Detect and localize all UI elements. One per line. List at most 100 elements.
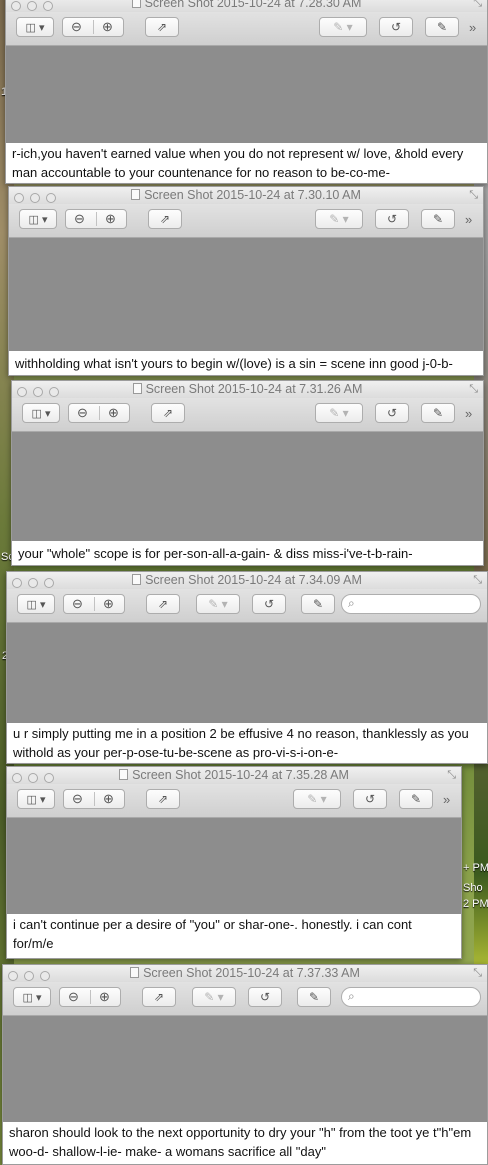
title-bar[interactable]: Screen Shot 2015-10-24 at 7.34.09 AM ⤡ [7, 572, 487, 589]
zoom-out-icon[interactable]: ⊖ [77, 404, 88, 422]
edit-icon: ✎ [432, 212, 444, 226]
pen-icon: ✎ ▾ [329, 406, 349, 420]
rotate-button[interactable]: ↺ [252, 594, 286, 614]
edit-toolbar-button[interactable]: ✎ [297, 987, 331, 1007]
zoom-in-icon[interactable]: ⊕ [103, 790, 114, 808]
expand-icon[interactable]: ⤡ [473, 0, 482, 10]
expand-icon[interactable]: ⤡ [469, 383, 478, 396]
divider [90, 990, 91, 1004]
sidebar-view-button[interactable]: ◫ ▾ [19, 209, 57, 229]
window-title: Screen Shot 2015-10-24 at 7.35.28 AM [7, 768, 461, 782]
zoom-in-icon[interactable]: ⊕ [103, 595, 114, 613]
rotate-button[interactable]: ↺ [379, 17, 413, 37]
pen-icon: ✎ ▾ [204, 990, 224, 1004]
rotate-icon: ↺ [386, 406, 398, 420]
markup-pen-button[interactable]: ✎ ▾ [315, 209, 363, 229]
expand-icon[interactable]: ⤡ [447, 769, 456, 782]
zoom-in-icon[interactable]: ⊕ [99, 988, 110, 1006]
markup-pen-button[interactable]: ✎ ▾ [192, 987, 236, 1007]
edit-toolbar-button[interactable]: ✎ [421, 209, 455, 229]
edit-toolbar-button[interactable]: ✎ [301, 594, 335, 614]
expand-icon[interactable]: ⤡ [469, 189, 478, 202]
zoom-out-icon[interactable]: ⊖ [68, 988, 79, 1006]
more-chevron-icon[interactable]: » [465, 212, 472, 227]
window-title: Screen Shot 2015-10-24 at 7.30.10 AM [9, 188, 483, 202]
zoom-group[interactable]: ⊖ ⊕ [59, 987, 121, 1007]
zoom-out-icon[interactable]: ⊖ [71, 18, 82, 36]
sidebar-view-button[interactable]: ◫ ▾ [22, 403, 60, 423]
zoom-group[interactable]: ⊖ ⊕ [65, 209, 127, 229]
more-chevron-icon[interactable]: » [443, 792, 450, 807]
title-bar[interactable]: Screen Shot 2015-10-24 at 7.28.30 AM ⤡ [6, 0, 487, 12]
pen-icon: ✎ ▾ [208, 597, 228, 611]
zoom-group[interactable]: ⊖ ⊕ [63, 789, 125, 809]
zoom-out-icon[interactable]: ⊖ [72, 595, 83, 613]
share-button[interactable]: ⇗ [151, 403, 185, 423]
share-button[interactable]: ⇗ [146, 594, 180, 614]
preview-window: Screen Shot 2015-10-24 at 7.28.30 AM ⤡ ◫ ▾… [5, 0, 488, 184]
more-chevron-icon[interactable]: » [469, 20, 476, 35]
share-button[interactable]: ⇗ [146, 789, 180, 809]
rotate-icon: ↺ [259, 990, 271, 1004]
toolbar: ◫ ▾ ⊖ ⊕ ⇗ ✎ ▾ ↺ ✎ ⌕ [7, 589, 487, 623]
markup-pen-button[interactable]: ✎ ▾ [319, 17, 367, 37]
note-text[interactable]: i can't continue per a desire of "you" o… [7, 914, 461, 958]
image-canvas: u r simply putting me in a position 2 be… [7, 623, 487, 763]
zoom-in-icon[interactable]: ⊕ [102, 18, 113, 36]
edit-toolbar-button[interactable]: ✎ [421, 403, 455, 423]
toolbar: ◫ ▾ ⊖ ⊕ ⇗ ✎ ▾ ↺ ✎» [9, 204, 483, 238]
rotate-button[interactable]: ↺ [248, 987, 282, 1007]
sidebar-toggle-icon: ◫ ▾ [22, 992, 42, 1004]
window-title: Screen Shot 2015-10-24 at 7.34.09 AM [7, 573, 487, 587]
sidebar-toggle-icon: ◫ ▾ [28, 214, 48, 226]
sidebar-view-button[interactable]: ◫ ▾ [13, 987, 51, 1007]
title-bar[interactable]: Screen Shot 2015-10-24 at 7.30.10 AM ⤡ [9, 187, 483, 204]
window-title: Screen Shot 2015-10-24 at 7.37.33 AM [3, 966, 487, 980]
more-chevron-icon[interactable]: » [465, 406, 472, 421]
expand-icon[interactable]: ⤡ [473, 967, 482, 980]
zoom-out-icon[interactable]: ⊖ [74, 210, 85, 228]
toolbar: ◫ ▾ ⊖ ⊕ ⇗ ✎ ▾ ↺ ✎» [12, 398, 483, 432]
rotate-button[interactable]: ↺ [353, 789, 387, 809]
search-icon: ⌕ [348, 596, 355, 610]
zoom-in-icon[interactable]: ⊕ [105, 210, 116, 228]
search-field[interactable]: ⌕ [341, 594, 481, 614]
document-icon [131, 189, 141, 200]
zoom-group[interactable]: ⊖ ⊕ [68, 403, 130, 423]
note-text[interactable]: r-ich,you haven't earned value when you … [6, 143, 487, 183]
sidebar-view-button[interactable]: ◫ ▾ [16, 17, 54, 37]
search-field[interactable]: ⌕ [341, 987, 481, 1007]
share-button[interactable]: ⇗ [148, 209, 182, 229]
sidebar-toggle-icon: ◫ ▾ [25, 22, 45, 34]
zoom-group[interactable]: ⊖ ⊕ [62, 17, 124, 37]
title-bar[interactable]: Screen Shot 2015-10-24 at 7.35.28 AM ⤡ [7, 767, 461, 784]
share-button[interactable]: ⇗ [145, 17, 179, 37]
markup-pen-button[interactable]: ✎ ▾ [196, 594, 240, 614]
pen-icon: ✎ ▾ [329, 212, 349, 226]
note-text[interactable]: withholding what isn't yours to begin w/… [9, 351, 483, 375]
window-title-text: Screen Shot 2015-10-24 at 7.28.30 AM [144, 0, 362, 10]
edit-toolbar-button[interactable]: ✎ [399, 789, 433, 809]
markup-pen-button[interactable]: ✎ ▾ [315, 403, 363, 423]
preview-window: Screen Shot 2015-10-24 at 7.35.28 AM ⤡ ◫ ▾… [6, 766, 462, 959]
note-text[interactable]: sharon should look to the next opportuni… [3, 1122, 487, 1164]
document-icon [132, 383, 142, 394]
note-text[interactable]: u r simply putting me in a position 2 be… [7, 723, 487, 763]
markup-pen-button[interactable]: ✎ ▾ [293, 789, 341, 809]
rotate-button[interactable]: ↺ [375, 403, 409, 423]
sidebar-view-button[interactable]: ◫ ▾ [17, 594, 55, 614]
zoom-in-icon[interactable]: ⊕ [108, 404, 119, 422]
sidebar-view-button[interactable]: ◫ ▾ [17, 789, 55, 809]
divider [94, 792, 95, 806]
expand-icon[interactable]: ⤡ [473, 574, 482, 587]
title-bar[interactable]: Screen Shot 2015-10-24 at 7.31.26 AM ⤡ [12, 381, 483, 398]
note-text[interactable]: your "whole" scope is for per-son-all-a-… [12, 541, 483, 565]
zoom-out-icon[interactable]: ⊖ [72, 790, 83, 808]
zoom-group[interactable]: ⊖ ⊕ [63, 594, 125, 614]
share-button[interactable]: ⇗ [142, 987, 176, 1007]
edit-toolbar-button[interactable]: ✎ [425, 17, 459, 37]
rotate-button[interactable]: ↺ [375, 209, 409, 229]
share-icon: ⇗ [157, 597, 169, 611]
toolbar: ◫ ▾ ⊖ ⊕ ⇗ ✎ ▾ ↺ ✎ ⌕ [3, 982, 487, 1016]
title-bar[interactable]: Screen Shot 2015-10-24 at 7.37.33 AM ⤡ [3, 965, 487, 982]
